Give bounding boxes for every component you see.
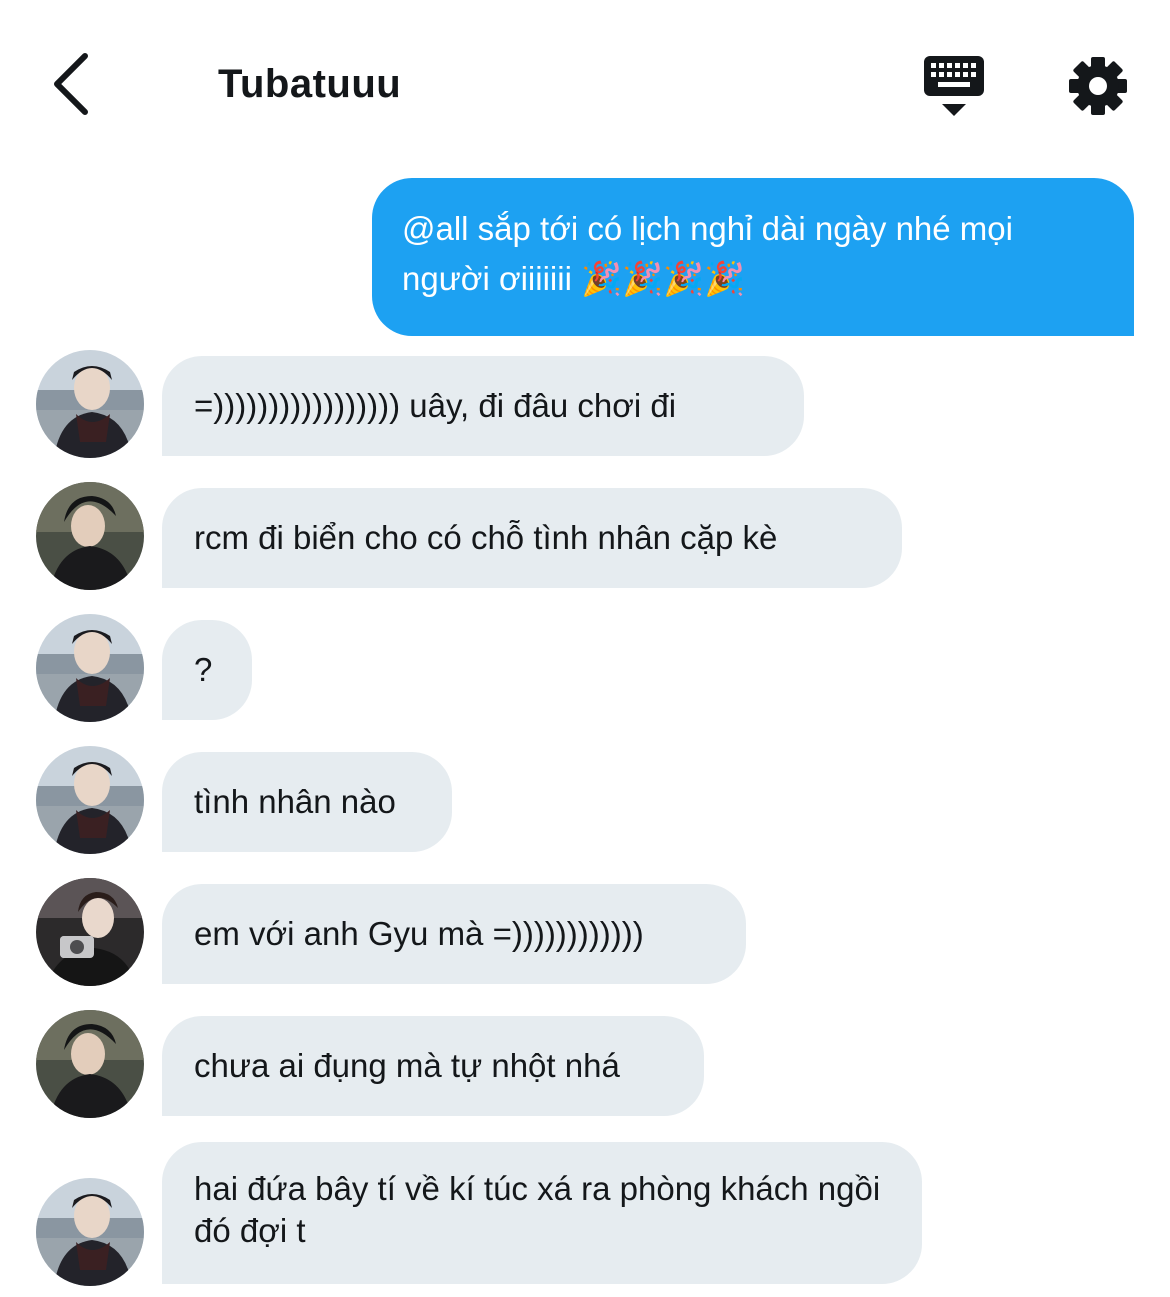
settings-button[interactable] bbox=[1062, 50, 1134, 122]
incoming-message-bubble[interactable]: ? bbox=[162, 620, 252, 720]
avatar[interactable] bbox=[36, 614, 144, 722]
avatar[interactable] bbox=[36, 1010, 144, 1118]
keyboard-icon bbox=[924, 56, 984, 116]
keyboard-toggle-button[interactable] bbox=[918, 50, 990, 122]
avatar[interactable] bbox=[36, 350, 144, 458]
incoming-message-bubble[interactable]: em với anh Gyu mà =)))))))))))) bbox=[162, 884, 746, 984]
incoming-message-bubble[interactable]: hai đứa bây tí về kí túc xá ra phòng khá… bbox=[162, 1142, 922, 1284]
incoming-message-bubble[interactable]: rcm đi biển cho có chỗ tình nhân cặp kè bbox=[162, 488, 902, 588]
outgoing-message-bubble[interactable]: @all sắp tới có lịch nghỉ dài ngày nhé m… bbox=[372, 178, 1134, 336]
conversation-title[interactable]: Tubatuuu bbox=[218, 62, 401, 107]
incoming-message-bubble[interactable]: =))))))))))))))))) uây, đi đâu chơi đi bbox=[162, 356, 804, 456]
avatar[interactable] bbox=[36, 746, 144, 854]
gear-icon bbox=[1069, 57, 1127, 115]
avatar[interactable] bbox=[36, 482, 144, 590]
avatar[interactable] bbox=[36, 1178, 144, 1286]
chat-header: Tubatuuu bbox=[0, 0, 1170, 170]
avatar[interactable] bbox=[36, 878, 144, 986]
chevron-left-icon bbox=[54, 53, 88, 115]
incoming-message-bubble[interactable]: chưa ai đụng mà tự nhột nhá bbox=[162, 1016, 704, 1116]
incoming-message-bubble[interactable]: tình nhân nào bbox=[162, 752, 452, 852]
back-button[interactable] bbox=[36, 48, 106, 120]
